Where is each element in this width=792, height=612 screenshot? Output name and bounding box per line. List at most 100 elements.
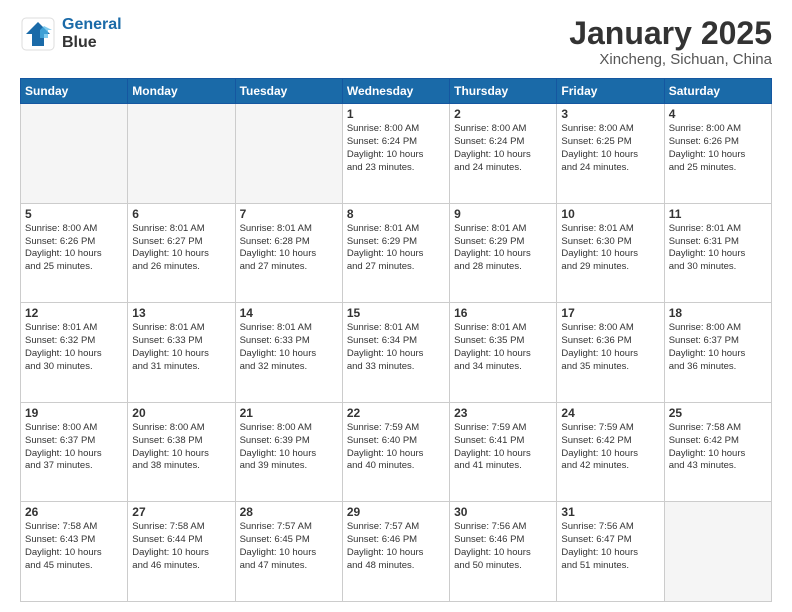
calendar-cell: 31Sunrise: 7:56 AM Sunset: 6:47 PM Dayli… [557,502,664,602]
day-info: Sunrise: 7:56 AM Sunset: 6:46 PM Dayligh… [454,521,552,572]
day-number: 3 [561,107,659,121]
day-info: Sunrise: 7:58 AM Sunset: 6:43 PM Dayligh… [25,521,123,572]
calendar-cell: 20 Sunrise: 8:00 AM Sunset: 6:38 PM Dayli… [128,402,235,502]
page-title: January 2025 [569,16,772,51]
weekday-header-sunday: Sunday [21,79,128,104]
calendar-cell: 24Sunrise: 7:59 AM Sunset: 6:42 PM Dayli… [557,402,664,502]
title-area: January 2025 Xincheng, Sichuan, China [569,16,772,68]
calendar-cell: 15 Sunrise: 8:01 AM Sunset: 6:34 PM Dayli… [342,303,449,403]
calendar-week-row: 1 Sunrise: 8:00 AM Sunset: 6:24 PM Daylig… [21,104,772,204]
calendar-cell: 6Sunrise: 8:01 AM Sunset: 6:27 PM Daylig… [128,203,235,303]
day-info: Sunrise: 8:00 AM Sunset: 6:37 PM Dayligh… [25,422,123,473]
day-number: 1 [347,107,445,121]
logo-area: General Blue [20,16,122,52]
day-info: Sunrise: 8:01 AM Sunset: 6:29 PM Dayligh… [347,223,445,274]
day-number: 2 [454,107,552,121]
day-number: 9 [454,207,552,221]
page: General Blue January 2025 Xincheng, Sich… [0,0,792,612]
day-info: Sunrise: 7:58 AM Sunset: 6:42 PM Dayligh… [669,422,767,473]
day-number: 13 [132,306,230,320]
day-number: 29 [347,505,445,519]
day-info: Sunrise: 8:00 AM Sunset: 6:39 PM Dayligh… [240,422,338,473]
calendar-cell [128,104,235,204]
weekday-header-saturday: Saturday [664,79,771,104]
day-info: Sunrise: 8:00 AM Sunset: 6:24 PM Dayligh… [454,123,552,174]
day-number: 12 [25,306,123,320]
day-info: Sunrise: 7:59 AM Sunset: 6:42 PM Dayligh… [561,422,659,473]
calendar-table: SundayMondayTuesdayWednesdayThursdayFrid… [20,78,772,602]
day-info: Sunrise: 8:00 AM Sunset: 6:36 PM Dayligh… [561,322,659,373]
calendar-cell: 19Sunrise: 8:00 AM Sunset: 6:37 PM Dayli… [21,402,128,502]
calendar-cell: 5 Sunrise: 8:00 AM Sunset: 6:26 PM Daylig… [21,203,128,303]
day-info: Sunrise: 8:00 AM Sunset: 6:25 PM Dayligh… [561,123,659,174]
day-number: 4 [669,107,767,121]
weekday-header-wednesday: Wednesday [342,79,449,104]
calendar-cell: 4 Sunrise: 8:00 AM Sunset: 6:26 PM Daylig… [664,104,771,204]
header: General Blue January 2025 Xincheng, Sich… [20,16,772,68]
day-number: 16 [454,306,552,320]
calendar-cell: 14Sunrise: 8:01 AM Sunset: 6:33 PM Dayli… [235,303,342,403]
day-number: 27 [132,505,230,519]
calendar-week-row: 5 Sunrise: 8:00 AM Sunset: 6:26 PM Daylig… [21,203,772,303]
day-info: Sunrise: 8:00 AM Sunset: 6:37 PM Dayligh… [669,322,767,373]
day-number: 28 [240,505,338,519]
day-info: Sunrise: 7:56 AM Sunset: 6:47 PM Dayligh… [561,521,659,572]
day-number: 20 [132,406,230,420]
day-number: 7 [240,207,338,221]
day-info: Sunrise: 7:57 AM Sunset: 6:45 PM Dayligh… [240,521,338,572]
day-info: Sunrise: 8:01 AM Sunset: 6:31 PM Dayligh… [669,223,767,274]
calendar-cell: 23Sunrise: 7:59 AM Sunset: 6:41 PM Dayli… [450,402,557,502]
day-info: Sunrise: 8:01 AM Sunset: 6:30 PM Dayligh… [561,223,659,274]
day-info: Sunrise: 7:57 AM Sunset: 6:46 PM Dayligh… [347,521,445,572]
day-info: Sunrise: 8:00 AM Sunset: 6:26 PM Dayligh… [669,123,767,174]
day-info: Sunrise: 8:01 AM Sunset: 6:32 PM Dayligh… [25,322,123,373]
calendar-cell: 16Sunrise: 8:01 AM Sunset: 6:35 PM Dayli… [450,303,557,403]
day-info: Sunrise: 7:59 AM Sunset: 6:41 PM Dayligh… [454,422,552,473]
day-info: Sunrise: 8:01 AM Sunset: 6:29 PM Dayligh… [454,223,552,274]
calendar-cell: 21Sunrise: 8:00 AM Sunset: 6:39 PM Dayli… [235,402,342,502]
calendar-cell: 1 Sunrise: 8:00 AM Sunset: 6:24 PM Daylig… [342,104,449,204]
day-info: Sunrise: 8:01 AM Sunset: 6:27 PM Dayligh… [132,223,230,274]
calendar-cell: 30 Sunrise: 7:56 AM Sunset: 6:46 PM Dayli… [450,502,557,602]
day-info: Sunrise: 7:58 AM Sunset: 6:44 PM Dayligh… [132,521,230,572]
calendar-cell [235,104,342,204]
day-number: 14 [240,306,338,320]
day-number: 10 [561,207,659,221]
calendar-cell: 10 Sunrise: 8:01 AM Sunset: 6:30 PM Dayli… [557,203,664,303]
calendar-cell: 28 Sunrise: 7:57 AM Sunset: 6:45 PM Dayli… [235,502,342,602]
calendar-week-row: 12 Sunrise: 8:01 AM Sunset: 6:32 PM Dayli… [21,303,772,403]
day-info: Sunrise: 8:00 AM Sunset: 6:38 PM Dayligh… [132,422,230,473]
calendar-cell [21,104,128,204]
calendar-cell: 11Sunrise: 8:01 AM Sunset: 6:31 PM Dayli… [664,203,771,303]
calendar-cell: 2 Sunrise: 8:00 AM Sunset: 6:24 PM Daylig… [450,104,557,204]
calendar-cell: 13 Sunrise: 8:01 AM Sunset: 6:33 PM Dayli… [128,303,235,403]
day-info: Sunrise: 8:01 AM Sunset: 6:33 PM Dayligh… [132,322,230,373]
calendar-cell: 17 Sunrise: 8:00 AM Sunset: 6:36 PM Dayli… [557,303,664,403]
calendar-cell: 12 Sunrise: 8:01 AM Sunset: 6:32 PM Dayli… [21,303,128,403]
calendar-cell: 25Sunrise: 7:58 AM Sunset: 6:42 PM Dayli… [664,402,771,502]
day-number: 17 [561,306,659,320]
weekday-header-row: SundayMondayTuesdayWednesdayThursdayFrid… [21,79,772,104]
day-number: 15 [347,306,445,320]
weekday-header-friday: Friday [557,79,664,104]
calendar-cell: 27 Sunrise: 7:58 AM Sunset: 6:44 PM Dayli… [128,502,235,602]
day-number: 22 [347,406,445,420]
logo-text: General Blue [62,16,122,52]
page-subtitle: Xincheng, Sichuan, China [569,51,772,68]
calendar-week-row: 26Sunrise: 7:58 AM Sunset: 6:43 PM Dayli… [21,502,772,602]
calendar-week-row: 19Sunrise: 8:00 AM Sunset: 6:37 PM Dayli… [21,402,772,502]
logo-icon [20,16,56,52]
day-number: 8 [347,207,445,221]
day-number: 5 [25,207,123,221]
day-info: Sunrise: 8:00 AM Sunset: 6:24 PM Dayligh… [347,123,445,174]
calendar-cell: 22Sunrise: 7:59 AM Sunset: 6:40 PM Dayli… [342,402,449,502]
calendar-cell: 3 Sunrise: 8:00 AM Sunset: 6:25 PM Daylig… [557,104,664,204]
day-info: Sunrise: 8:00 AM Sunset: 6:26 PM Dayligh… [25,223,123,274]
day-number: 30 [454,505,552,519]
calendar-cell [664,502,771,602]
calendar-cell: 8 Sunrise: 8:01 AM Sunset: 6:29 PM Daylig… [342,203,449,303]
day-info: Sunrise: 8:01 AM Sunset: 6:34 PM Dayligh… [347,322,445,373]
weekday-header-monday: Monday [128,79,235,104]
calendar-cell: 29 Sunrise: 7:57 AM Sunset: 6:46 PM Dayli… [342,502,449,602]
weekday-header-thursday: Thursday [450,79,557,104]
